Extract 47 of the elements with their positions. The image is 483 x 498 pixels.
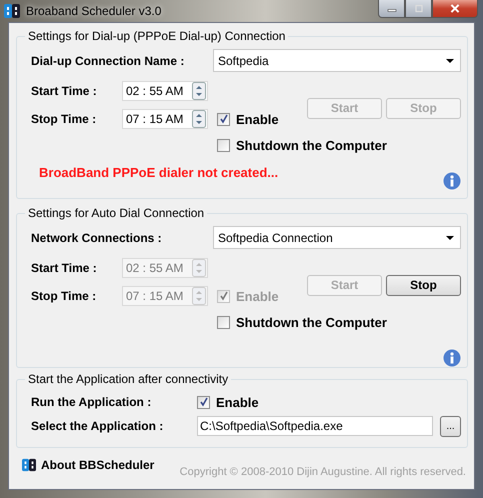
- field-label: Select the Application :: [31, 419, 164, 433]
- info-icon[interactable]: [443, 349, 461, 367]
- checkbox[interactable]: [197, 396, 210, 408]
- spinner-icon[interactable]: [192, 82, 206, 100]
- checkbox[interactable]: [217, 139, 230, 152]
- spinner-icon[interactable]: [192, 110, 206, 128]
- checkbox-label: Shutdown the Computer: [236, 315, 387, 330]
- close-button[interactable]: [432, 0, 478, 18]
- connection-dropdown[interactable]: Softpedia Connection: [213, 226, 461, 249]
- checkbox-label: Enable: [216, 394, 259, 410]
- field-label: Network Connections :: [31, 230, 163, 244]
- field-label: Dial-up Connection Name :: [31, 54, 186, 68]
- window-title: Broaband Scheduler v3.0: [26, 4, 162, 18]
- caret-icon: [446, 58, 454, 62]
- info-icon[interactable]: [443, 172, 461, 190]
- checkbox-label: Shutdown the Computer: [236, 138, 387, 153]
- group-title: Settings for Dial-up (PPPoE Dial-up) Connection: [27, 29, 286, 43]
- checkbox-label: Enable: [236, 112, 279, 126]
- check-icon: [218, 114, 228, 124]
- browse-button[interactable]: ...: [440, 416, 461, 436]
- field-label: Start Time :: [31, 261, 98, 275]
- app-logo-icon: [22, 458, 36, 472]
- action-button[interactable]: Stop: [386, 274, 461, 296]
- status-message: BroadBand PPPoE dialer not created...: [39, 164, 278, 180]
- time-field[interactable]: 07 : 15 AM: [122, 109, 208, 129]
- group-title: Start the Application after connectivity: [27, 372, 230, 386]
- path-field[interactable]: C:\Softpedia\Softpedia.exe: [197, 416, 433, 436]
- field-label: Run the Application :: [31, 395, 152, 409]
- maximize-button[interactable]: [405, 0, 432, 18]
- field-label: Start Time :: [31, 84, 98, 98]
- check-icon: [198, 397, 208, 407]
- caret-icon: [446, 236, 454, 240]
- field-label: Stop Time :: [31, 112, 98, 126]
- connection-dropdown[interactable]: Softpedia: [213, 49, 461, 72]
- copyright-text: Copyright © 2008-2010 Dijin Augustine. All rights reserved.: [180, 466, 466, 478]
- checkbox-label: Enable: [236, 288, 279, 304]
- app-logo-icon: [4, 3, 20, 19]
- time-field[interactable]: 02 : 55 AM: [122, 81, 208, 101]
- checkbox[interactable]: [217, 112, 230, 126]
- close-icon: [449, 4, 461, 13]
- check-icon: [218, 291, 228, 301]
- checkbox[interactable]: [217, 316, 230, 329]
- minimize-button[interactable]: [378, 0, 405, 18]
- group-title: Settings for Auto Dial Connection: [27, 206, 206, 220]
- field-label: Stop Time :: [31, 289, 98, 303]
- maximize-icon: [412, 4, 424, 13]
- about-link[interactable]: About BBScheduler: [22, 458, 154, 472]
